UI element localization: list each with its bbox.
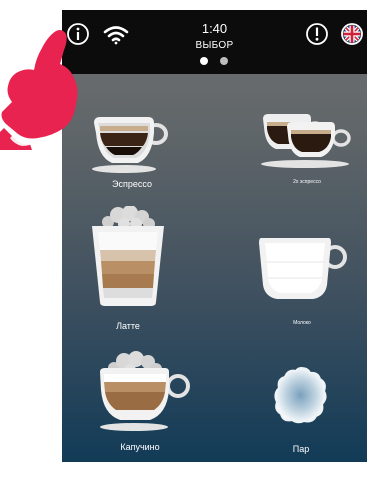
drink-label-milk[interactable]: Молоко: [252, 320, 352, 326]
drink-label-espresso[interactable]: Эспрессо: [82, 179, 182, 189]
drink-tile-steam[interactable]: [274, 366, 328, 424]
alert-icon[interactable]: [305, 22, 329, 46]
drink-label-double-espresso[interactable]: 2x эспрессо: [257, 179, 357, 185]
drink-label-cappuccino[interactable]: Капучино: [90, 442, 190, 452]
screen: 1:40 ВЫБОР Эспрессо 2x эспрессо Латте Мо…: [62, 10, 367, 462]
drink-label-steam[interactable]: Пар: [251, 444, 351, 454]
latte-glass-icon: [92, 205, 164, 306]
drink-tile-milk[interactable]: [255, 235, 349, 303]
drink-tile-espresso[interactable]: [90, 115, 174, 175]
uk-flag-icon[interactable]: [340, 22, 364, 46]
double-espresso-cups-icon: [261, 114, 351, 168]
cappuccino-cup-icon: [100, 351, 190, 431]
page-dot-inactive[interactable]: [220, 57, 228, 65]
steam-icon: [274, 366, 327, 424]
drink-tile-latte[interactable]: [88, 205, 168, 310]
drink-label-latte[interactable]: Латте: [78, 321, 178, 331]
top-bar: 1:40 ВЫБОР: [62, 10, 367, 74]
pointing-hand-icon: [0, 30, 78, 150]
page-dot-active[interactable]: [200, 57, 208, 65]
drink-tile-cappuccino[interactable]: [96, 350, 192, 434]
milk-cup-icon: [259, 238, 347, 299]
espresso-cup-icon: [92, 117, 168, 173]
drink-tile-double-espresso[interactable]: [259, 113, 355, 169]
